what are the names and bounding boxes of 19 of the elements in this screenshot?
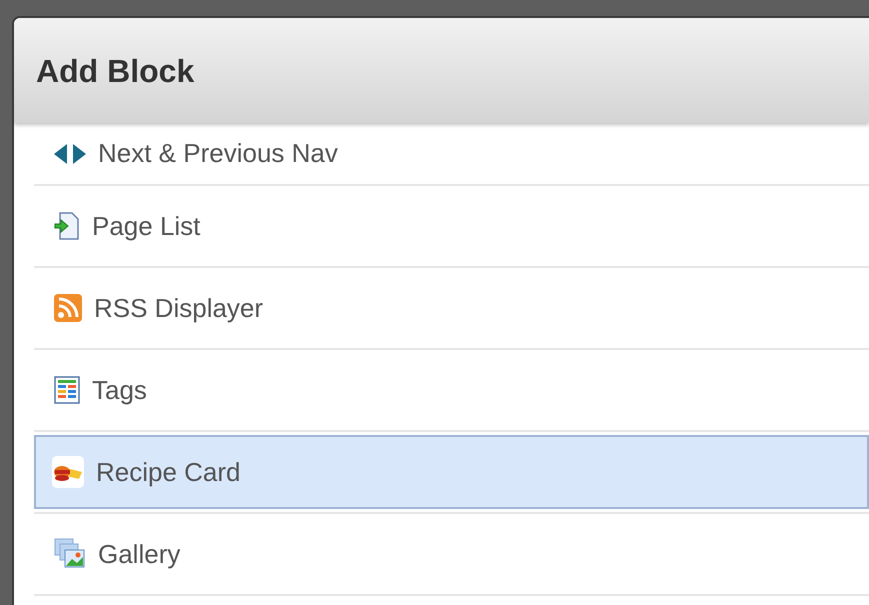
block-label: RSS Displayer [94,292,264,324]
block-label: Recipe Card [96,456,241,488]
food-icon [52,456,84,488]
table-icon [54,376,80,404]
block-item[interactable]: RSS Displayer [34,271,869,345]
block-item[interactable]: Next & Previous Nav [34,116,869,190]
block-label: Gallery [98,538,180,570]
block-label: Tags [92,374,147,406]
block-item[interactable]: Tags [34,353,869,427]
block-label: Next & Previous Nav [98,137,338,170]
block-item[interactable]: Recipe Card [34,435,869,509]
block-label: Page List [92,210,200,242]
rss-icon [54,294,82,322]
arrows-icon [54,144,86,164]
block-item[interactable]: Gallery [34,517,869,591]
page-arrow-icon [54,212,80,240]
block-item[interactable]: Page List [34,189,869,263]
pictures-icon [54,538,86,570]
dialog-title: Add Block [36,52,194,90]
